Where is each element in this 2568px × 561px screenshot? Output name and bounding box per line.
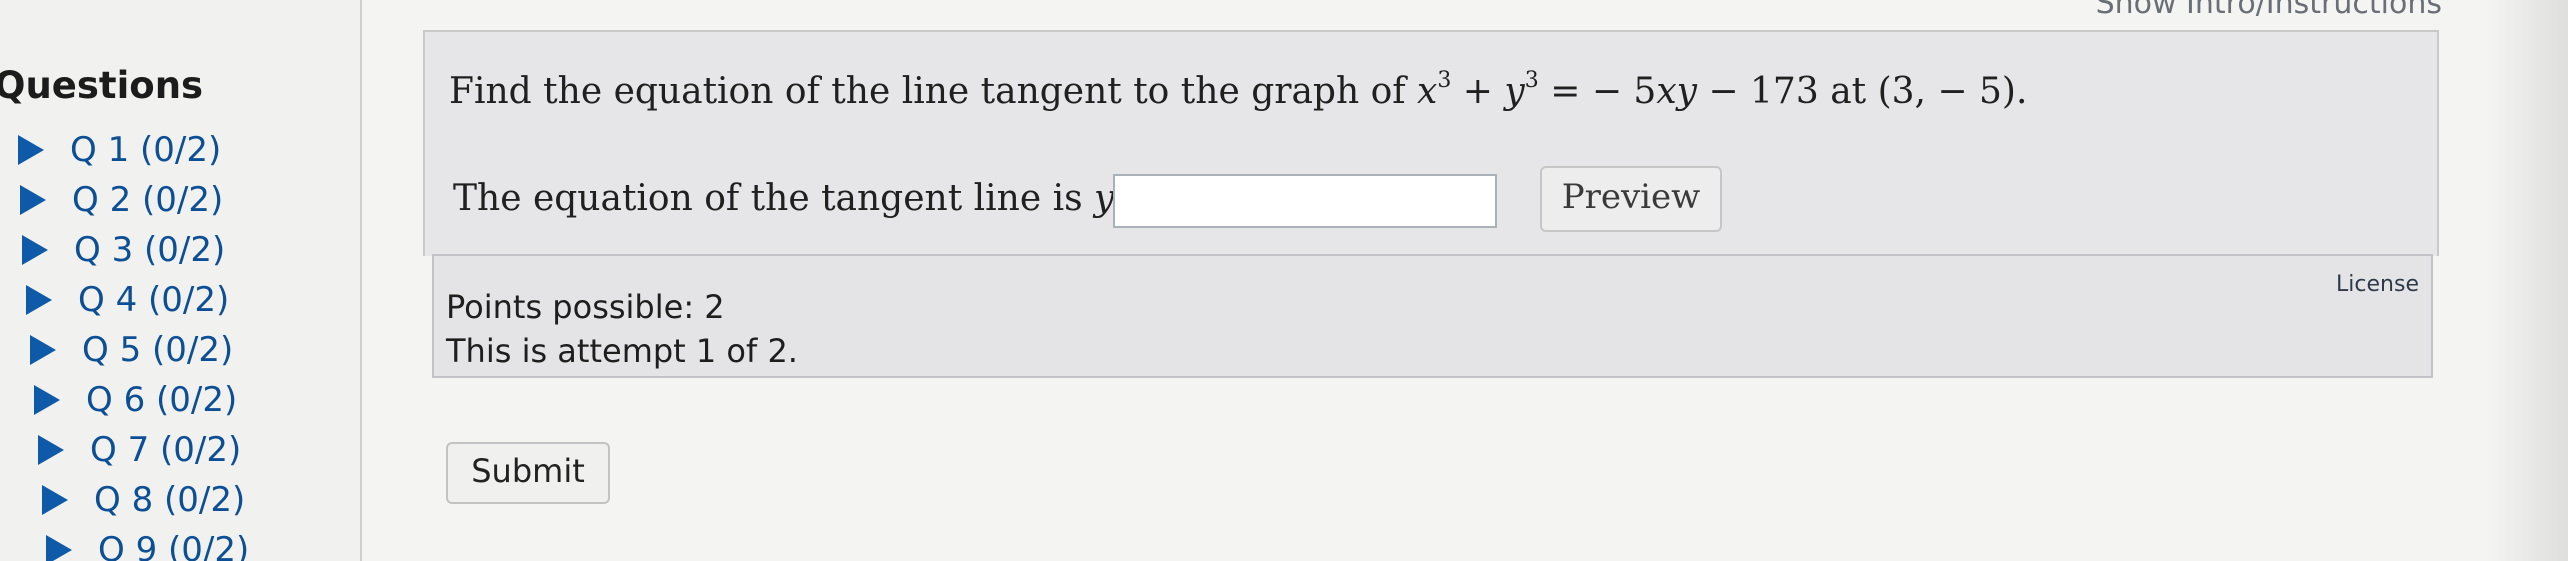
answer-label: The equation of the tangent line is (453, 178, 1095, 219)
math-x-exponent: 3 (1437, 68, 1452, 93)
question-link-label[interactable]: Q 9 (0/2) (98, 530, 249, 561)
math-y: y (1504, 71, 1525, 112)
question-prompt: Find the equation of the line tangent to… (449, 68, 2027, 112)
math-rhs-prefix: − 5 (1591, 71, 1657, 112)
show-intro-link[interactable]: Show Intro/Instructions (2096, 0, 2442, 21)
math-y-exponent: 3 (1524, 68, 1539, 93)
answer-row: The equation of the tangent line is y = (453, 178, 1156, 219)
sidebar-item-q6[interactable]: Q 6 (0/2) (34, 376, 237, 424)
submit-button[interactable]: Submit (446, 442, 610, 504)
question-link-label[interactable]: Q 4 (0/2) (78, 280, 229, 320)
question-link-label[interactable]: Q 3 (0/2) (74, 230, 225, 270)
license-link[interactable]: License (2336, 272, 2419, 297)
sidebar-item-q4[interactable]: Q 4 (0/2) (26, 276, 229, 324)
math-point: (3, − 5). (1866, 71, 2028, 112)
math-plus: + (1451, 71, 1505, 112)
math-equals: = (1538, 71, 1592, 112)
math-rhs-const: − 173 (1696, 71, 1831, 112)
triangle-right-icon (46, 535, 72, 561)
sidebar-item-q7[interactable]: Q 7 (0/2) (38, 426, 241, 474)
triangle-right-icon (30, 335, 56, 365)
question-link-label[interactable]: Q 7 (0/2) (90, 430, 241, 470)
question-link-label[interactable]: Q 2 (0/2) (72, 180, 223, 220)
triangle-right-icon (18, 135, 44, 165)
answer-var: y (1094, 178, 1115, 219)
question-link-label[interactable]: Q 1 (0/2) (70, 130, 221, 170)
triangle-right-icon (42, 485, 68, 515)
question-link-label[interactable]: Q 6 (0/2) (86, 380, 237, 420)
sidebar-title: Questions (0, 64, 204, 107)
triangle-right-icon (22, 235, 48, 265)
question-link-label[interactable]: Q 5 (0/2) (82, 330, 233, 370)
preview-button[interactable]: Preview (1540, 166, 1722, 232)
page-edge-shadow (2488, 0, 2568, 561)
prompt-at-word: at (1830, 71, 1867, 112)
triangle-right-icon (34, 385, 60, 415)
sidebar-item-q8[interactable]: Q 8 (0/2) (42, 476, 245, 524)
math-x: x (1417, 71, 1438, 112)
sidebar-item-q3[interactable]: Q 3 (0/2) (22, 226, 225, 274)
triangle-right-icon (20, 185, 46, 215)
question-sidebar: Questions Q 1 (0/2) Q 2 (0/2) Q 3 (0/2) … (0, 0, 362, 561)
points-possible: Points possible: 2 (446, 288, 725, 326)
tangent-line-answer-input[interactable] (1113, 174, 1497, 228)
question-link-label[interactable]: Q 8 (0/2) (94, 480, 245, 520)
sidebar-item-q1[interactable]: Q 1 (0/2) (18, 126, 221, 174)
sidebar-item-q2[interactable]: Q 2 (0/2) (20, 176, 223, 224)
math-xy: xy (1656, 71, 1697, 112)
triangle-right-icon (26, 285, 52, 315)
triangle-right-icon (38, 435, 64, 465)
question-info-panel: Points possible: 2 This is attempt 1 of … (432, 254, 2433, 378)
prompt-prefix: Find the equation of the line tangent to… (449, 71, 1418, 112)
question-card: Find the equation of the line tangent to… (423, 30, 2439, 256)
attempt-status: This is attempt 1 of 2. (446, 332, 798, 370)
sidebar-item-q5[interactable]: Q 5 (0/2) (30, 326, 233, 374)
sidebar-item-q9[interactable]: Q 9 (0/2) (46, 526, 249, 561)
